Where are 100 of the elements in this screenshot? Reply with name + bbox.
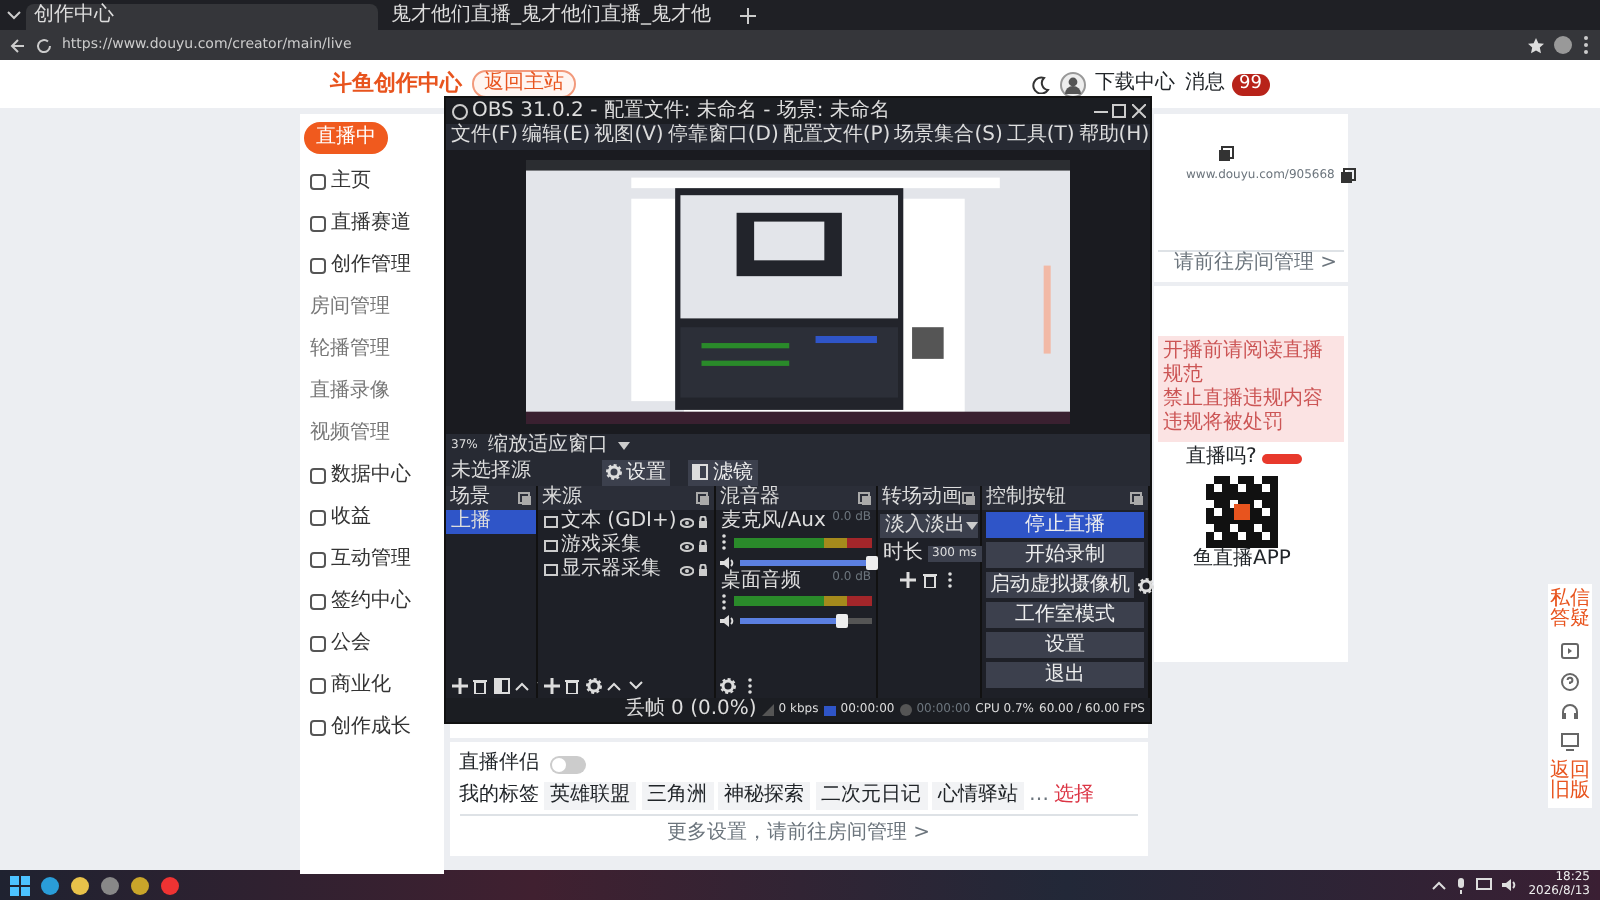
reload-icon[interactable] — [36, 37, 52, 53]
scene-item[interactable]: 上播 — [446, 510, 536, 534]
lock-icon[interactable] — [698, 540, 709, 552]
browser-tab[interactable]: 创作中心 — [26, 4, 378, 30]
sidebar-item[interactable]: 商业化 — [331, 674, 391, 698]
source-item[interactable]: 显示器采集 — [561, 558, 677, 582]
eye-icon[interactable] — [680, 541, 695, 551]
star-icon[interactable] — [1528, 37, 1544, 53]
slider-thumb[interactable] — [865, 555, 877, 569]
source-settings-button[interactable]: 设置 — [601, 459, 670, 485]
control-button[interactable]: 开始录制 — [986, 542, 1144, 568]
sidebar-item[interactable]: 互动管理 — [331, 548, 411, 572]
back-icon[interactable] — [10, 37, 26, 53]
maximize-icon[interactable] — [1112, 104, 1126, 118]
gear-icon[interactable] — [720, 677, 737, 693]
sidebar-item[interactable]: 创作成长 — [331, 716, 411, 740]
menu-item[interactable]: 工具(T) — [1006, 124, 1075, 150]
sidebar-item[interactable]: 房间管理 — [310, 296, 390, 320]
panel-icon[interactable] — [493, 677, 509, 693]
trash-icon[interactable] — [472, 677, 488, 693]
eye-icon[interactable] — [680, 565, 695, 575]
volume-slider[interactable] — [739, 559, 871, 565]
undock-icon[interactable] — [1130, 491, 1144, 505]
menu-item[interactable]: 帮助(H) — [1078, 124, 1150, 150]
trash-icon[interactable] — [564, 677, 580, 693]
more-settings-link[interactable]: 更多设置，请前往房间管理 > — [666, 821, 931, 843]
room-manage-link[interactable]: 请前往房间管理 > — [1158, 250, 1343, 276]
sidebar-item[interactable]: 签约中心 — [331, 590, 411, 614]
action-button[interactable] — [1261, 453, 1302, 463]
lock-icon[interactable] — [698, 564, 709, 576]
undock-icon[interactable] — [858, 491, 872, 505]
zoom-mode-dropdown[interactable]: 缩放适应窗口 — [487, 434, 608, 458]
caret-icon[interactable] — [617, 442, 630, 450]
avatar-icon[interactable] — [1059, 71, 1086, 97]
sidebar-item[interactable]: 视频管理 — [310, 422, 390, 446]
control-button[interactable]: 退出 — [986, 662, 1144, 688]
choose-link[interactable]: 选择 — [1054, 783, 1094, 807]
tag-chip[interactable]: 三角洲 — [641, 781, 713, 809]
copy-icon[interactable] — [1218, 146, 1234, 162]
messages-link[interactable]: 消息 — [1185, 72, 1226, 96]
sidebar-item[interactable]: 收益 — [331, 506, 371, 530]
gear-icon[interactable] — [585, 677, 601, 693]
toggle-switch[interactable] — [549, 755, 585, 773]
control-button[interactable]: 工作室模式 — [986, 602, 1144, 628]
slider-thumb[interactable] — [836, 614, 849, 628]
sidebar-item[interactable]: 主页 — [331, 170, 371, 194]
control-button[interactable]: 设置 — [986, 632, 1144, 658]
download-center-link[interactable]: 下载中心 — [1095, 72, 1176, 96]
new-tab-icon[interactable] — [740, 8, 756, 24]
undock-icon[interactable] — [695, 491, 710, 505]
add-icon[interactable] — [543, 677, 559, 693]
menu-item[interactable]: 视图(V) — [594, 124, 664, 150]
speaker-icon[interactable] — [1502, 878, 1519, 892]
menu-item[interactable]: 停靠窗口(D) — [667, 124, 779, 150]
up-icon[interactable] — [514, 677, 530, 693]
float-bar-link[interactable]: 私信答疑 — [1548, 589, 1592, 631]
lock-icon[interactable] — [698, 516, 709, 528]
windows-start-icon[interactable] — [10, 875, 30, 895]
tag-chip[interactable]: 神秘探索 — [718, 781, 810, 809]
more-icon[interactable] — [1582, 36, 1590, 54]
microphone-icon[interactable] — [1456, 877, 1467, 893]
copy-icon[interactable] — [1339, 167, 1356, 183]
tag-chip[interactable]: 二次元日记 — [815, 781, 927, 809]
gear-icon[interactable] — [1138, 577, 1154, 593]
browser-tab[interactable]: 鬼才他们直播_鬼才他们直播_鬼才他 — [383, 4, 735, 30]
sidebar-item[interactable]: 直播赛道 — [331, 212, 411, 236]
tag-chip[interactable]: 英雄联盟 — [544, 781, 636, 809]
tag-chip[interactable]: 心情驿站 — [932, 781, 1024, 809]
add-icon[interactable] — [451, 677, 467, 693]
control-button[interactable]: 停止直播 — [986, 512, 1144, 538]
source-item[interactable]: 游戏采集 — [561, 534, 677, 558]
menu-caret-icon[interactable] — [5, 8, 21, 24]
more-icon[interactable] — [720, 534, 729, 550]
sidebar-item[interactable]: 数据中心 — [331, 464, 411, 488]
more-icon[interactable] — [942, 571, 958, 587]
control-button[interactable]: 启动虚拟摄像机 — [986, 572, 1134, 598]
trash-icon[interactable] — [921, 571, 937, 587]
speaker-icon[interactable] — [720, 555, 735, 569]
undock-icon[interactable] — [518, 491, 532, 505]
moon-icon[interactable] — [1031, 75, 1050, 93]
up-icon[interactable] — [606, 677, 622, 693]
site-logo[interactable]: 斗鱼创作中心 — [330, 70, 462, 98]
monitor-icon[interactable] — [1560, 731, 1580, 751]
menu-item[interactable]: 编辑(E) — [522, 124, 591, 150]
headset-icon[interactable] — [1560, 701, 1580, 721]
speaker-icon[interactable] — [720, 614, 735, 628]
sidebar-item[interactable]: 公会 — [331, 632, 371, 656]
close-icon[interactable] — [1131, 104, 1145, 118]
menu-item[interactable]: 文件(F) — [451, 124, 519, 150]
sidebar-item[interactable]: 轮播管理 — [310, 338, 390, 362]
float-bar-link[interactable]: 返回旧版 — [1548, 761, 1592, 803]
menu-item[interactable]: 配置文件(P) — [782, 124, 891, 150]
eye-icon[interactable] — [680, 517, 695, 527]
chevron-up-icon[interactable] — [1432, 880, 1447, 890]
add-icon[interactable] — [900, 571, 916, 587]
menu-item[interactable]: 场景集合(S) — [894, 124, 1003, 150]
video-icon[interactable] — [1560, 641, 1580, 661]
transition-dropdown[interactable]: 淡入淡出 — [880, 514, 978, 538]
undock-icon[interactable] — [962, 491, 976, 505]
sidebar-item[interactable]: 创作管理 — [331, 254, 411, 278]
